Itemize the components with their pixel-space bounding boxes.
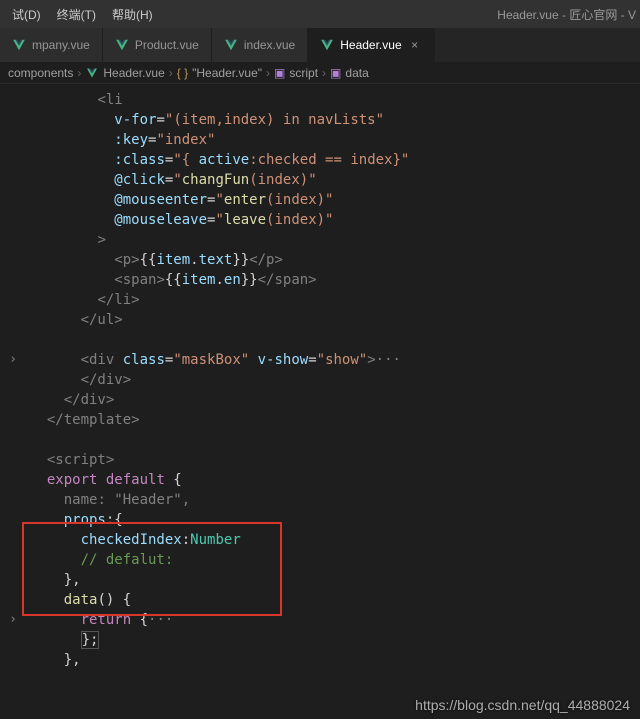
code-line	[0, 330, 640, 350]
code-line: :key="index"	[0, 130, 640, 150]
code-line: v-for="(item,index) in navLists"	[0, 110, 640, 130]
crumb-folder[interactable]: components	[8, 66, 73, 80]
breadcrumb[interactable]: components › Header.vue › { } "Header.vu…	[0, 62, 640, 84]
code-line: <p>{{item.text}}</p>	[0, 250, 640, 270]
chevron-right-icon: ›	[169, 66, 173, 80]
code-line: </div>	[0, 390, 640, 410]
code-line: name: "Header",	[0, 490, 640, 510]
fold-chevron-icon[interactable]: ›	[6, 610, 20, 630]
tab-label: Header.vue	[340, 38, 401, 52]
menu-debug[interactable]: 试(D)	[4, 6, 49, 23]
vue-icon	[12, 38, 26, 52]
code-line: @mouseenter="enter(index)"	[0, 190, 640, 210]
crumb-label: "Header.vue"	[192, 66, 262, 80]
code-editor[interactable]: <li v-for="(item,index) in navLists" :ke…	[0, 84, 640, 670]
menu-help[interactable]: 帮助(H)	[104, 6, 161, 23]
vue-icon	[85, 66, 99, 80]
vue-icon	[224, 38, 238, 52]
crumb-label: data	[345, 66, 368, 80]
menu-terminal[interactable]: 终端(T)	[49, 6, 104, 23]
code-line: // defalut:	[0, 550, 640, 570]
fold-chevron-icon[interactable]: ›	[6, 350, 20, 370]
code-line: @mouseleave="leave(index)"	[0, 210, 640, 230]
crumb-symbol[interactable]: ▣ data	[330, 66, 369, 80]
tab-header[interactable]: Header.vue ×	[308, 28, 434, 62]
code-line	[0, 430, 640, 450]
vue-icon	[320, 38, 334, 52]
vue-icon	[115, 38, 129, 52]
chevron-right-icon: ›	[322, 66, 326, 80]
window-title: Header.vue - 匠心官网 - V	[497, 6, 640, 23]
code-line: </ul>	[0, 310, 640, 330]
code-line: props:{	[0, 510, 640, 530]
tab-bar: mpany.vue Product.vue index.vue Header.v…	[0, 28, 640, 62]
code-line: },	[0, 650, 640, 670]
tab-label: mpany.vue	[32, 38, 90, 52]
braces-icon: { }	[177, 66, 188, 80]
code-line: },	[0, 570, 640, 590]
code-line: </template>	[0, 410, 640, 430]
tab-label: index.vue	[244, 38, 295, 52]
cube-icon: ▣	[330, 66, 341, 80]
chevron-right-icon: ›	[266, 66, 270, 80]
code-line: › <div class="maskBox" v-show="show">···	[0, 350, 640, 370]
code-line: export default {	[0, 470, 640, 490]
close-icon[interactable]: ×	[408, 38, 422, 52]
code-line: >	[0, 230, 640, 250]
code-line: data() {	[0, 590, 640, 610]
crumb-label: Header.vue	[103, 66, 164, 80]
tab-label: Product.vue	[135, 38, 199, 52]
code-line: };	[0, 630, 640, 650]
tab-product[interactable]: Product.vue	[103, 28, 212, 62]
watermark-url: https://blog.csdn.net/qq_44888024	[415, 697, 630, 713]
code-line: </li>	[0, 290, 640, 310]
menubar: 试(D) 终端(T) 帮助(H) Header.vue - 匠心官网 - V	[0, 0, 640, 28]
crumb-symbol[interactable]: { } "Header.vue"	[177, 66, 262, 80]
tab-company[interactable]: mpany.vue	[0, 28, 103, 62]
code-line: <span>{{item.en}}</span>	[0, 270, 640, 290]
crumb-symbol[interactable]: ▣ script	[274, 66, 318, 80]
crumb-file[interactable]: Header.vue	[85, 66, 164, 80]
code-line: @click="changFun(index)"	[0, 170, 640, 190]
code-line: › return {···	[0, 610, 640, 630]
chevron-right-icon: ›	[77, 66, 81, 80]
code-line: <script>	[0, 450, 640, 470]
code-line: :class="{ active:checked == index}"	[0, 150, 640, 170]
crumb-label: script	[289, 66, 318, 80]
cube-icon: ▣	[274, 66, 285, 80]
code-line: </div>	[0, 370, 640, 390]
code-line: <li	[0, 90, 640, 110]
code-line: checkedIndex:Number	[0, 530, 640, 550]
tab-index[interactable]: index.vue	[212, 28, 308, 62]
